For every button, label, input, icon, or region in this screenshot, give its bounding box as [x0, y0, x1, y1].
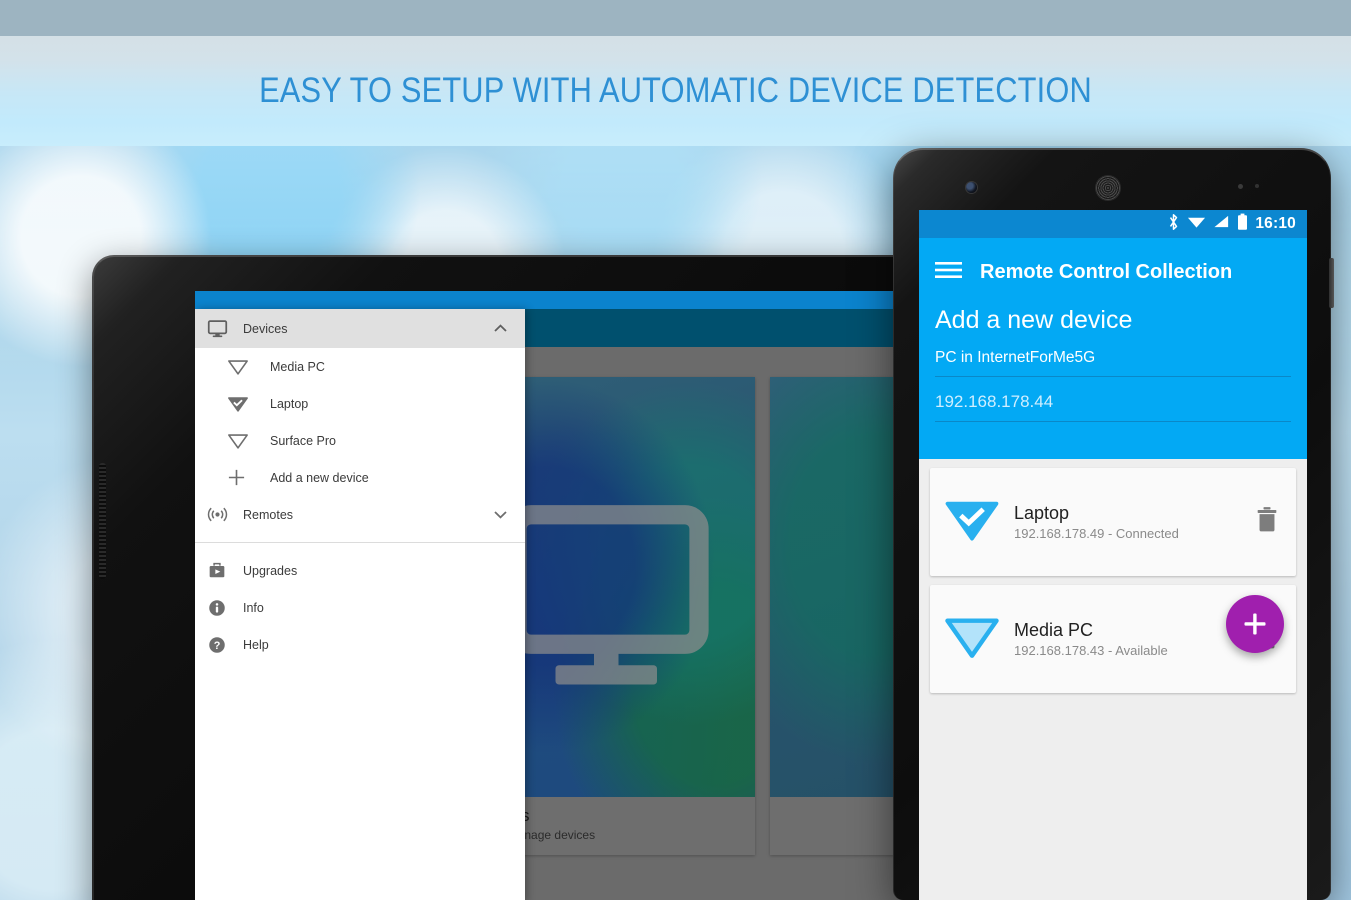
add-device-heading: Add a new device	[935, 306, 1133, 334]
monitor-icon	[207, 318, 243, 339]
phone-power-button[interactable]	[1329, 258, 1334, 308]
wifi-outline-icon	[227, 432, 263, 450]
drawer-item-label: Add a new device	[270, 470, 369, 485]
drawer-item-help[interactable]: ? Help	[195, 626, 525, 663]
device-name-input[interactable]: PC in InternetForMe5G	[935, 345, 1291, 377]
device-detail: 192.168.178.49 - Connected	[1014, 526, 1179, 541]
broadcast-icon	[207, 504, 243, 525]
device-ip-input[interactable]: 192.168.178.44	[935, 388, 1291, 422]
top-band	[0, 0, 1351, 36]
drawer-item-laptop[interactable]: Laptop	[195, 385, 525, 422]
phone-light-sensor	[1255, 184, 1259, 188]
signal-icon	[1213, 214, 1230, 234]
app-title: Remote Control Collection	[980, 260, 1233, 283]
navigation-drawer: Devices Media PC Laptop Surface Pro Add …	[195, 309, 525, 900]
phone-appbar: Remote Control Collection Add a new devi…	[919, 238, 1307, 459]
wifi-available-icon	[944, 614, 1000, 665]
phone-device: 16:10 Remote Control Collection Add a ne…	[893, 148, 1334, 900]
device-list: Laptop 192.168.178.49 - Connected Media …	[919, 459, 1307, 711]
device-detail: 192.168.178.43 - Available	[1014, 643, 1168, 658]
monitor-icon	[507, 505, 709, 685]
promo-screenshot: EASY TO SETUP WITH AUTOMATIC DEVICE DETE…	[0, 0, 1351, 900]
bluetooth-icon	[1167, 213, 1180, 236]
drawer-item-label: Media PC	[270, 359, 325, 374]
battery-icon	[1237, 213, 1248, 236]
drawer-item-label: Help	[243, 637, 269, 652]
phone-statusbar: 16:10	[919, 210, 1307, 238]
drawer-group-devices[interactable]: Devices	[195, 309, 525, 348]
drawer-group-label: Remotes	[243, 507, 294, 522]
chevron-up-icon[interactable]	[494, 320, 507, 338]
wifi-outline-icon	[227, 358, 263, 376]
statusbar-clock: 16:10	[1255, 215, 1296, 232]
tablet-screen: Devices Add or manage devices	[195, 291, 940, 900]
tablet-statusbar	[195, 291, 940, 309]
wifi-connected-icon	[944, 497, 1000, 548]
phone-earpiece-speaker	[1096, 176, 1120, 200]
device-name: Media PC	[1014, 620, 1094, 640]
device-list-item[interactable]: Laptop 192.168.178.49 - Connected	[930, 468, 1296, 576]
drawer-item-label: Surface Pro	[270, 433, 337, 448]
tablet-device: Devices Add or manage devices	[92, 255, 940, 900]
drawer-group-label: Devices	[243, 321, 288, 336]
svg-text:?: ?	[214, 640, 221, 652]
phone-screen: 16:10 Remote Control Collection Add a ne…	[919, 210, 1307, 900]
trash-icon[interactable]	[1254, 506, 1280, 539]
chevron-down-icon[interactable]	[494, 506, 507, 524]
drawer-item-add-device[interactable]: Add a new device	[195, 459, 525, 496]
phone-proximity-sensor	[1238, 184, 1243, 189]
store-icon	[207, 561, 243, 581]
drawer-divider	[195, 542, 525, 543]
drawer-item-media-pc[interactable]: Media PC	[195, 348, 525, 385]
device-name: Laptop	[1014, 503, 1070, 523]
info-icon	[207, 598, 243, 618]
drawer-item-upgrades[interactable]: Upgrades	[195, 552, 525, 589]
drawer-item-label: Laptop	[270, 396, 309, 411]
drawer-item-label: Info	[243, 600, 264, 615]
hamburger-menu-icon[interactable]	[935, 260, 962, 285]
phone-front-camera	[966, 182, 977, 193]
drawer-item-info[interactable]: Info	[195, 589, 525, 626]
drawer-item-label: Upgrades	[243, 563, 298, 578]
drawer-item-surface-pro[interactable]: Surface Pro	[195, 422, 525, 459]
add-device-form: PC in InternetForMe5G 192.168.178.44	[919, 345, 1307, 422]
drawer-group-remotes[interactable]: Remotes	[195, 496, 525, 533]
plus-icon	[1244, 613, 1266, 635]
tablet-speaker	[99, 463, 106, 579]
promo-headline: EASY TO SETUP WITH AUTOMATIC DEVICE DETE…	[259, 71, 1092, 110]
add-device-fab[interactable]	[1226, 595, 1284, 653]
wifi-check-icon	[227, 395, 263, 413]
help-icon: ?	[207, 635, 243, 655]
wifi-icon	[1187, 214, 1206, 234]
plus-icon	[227, 468, 263, 487]
